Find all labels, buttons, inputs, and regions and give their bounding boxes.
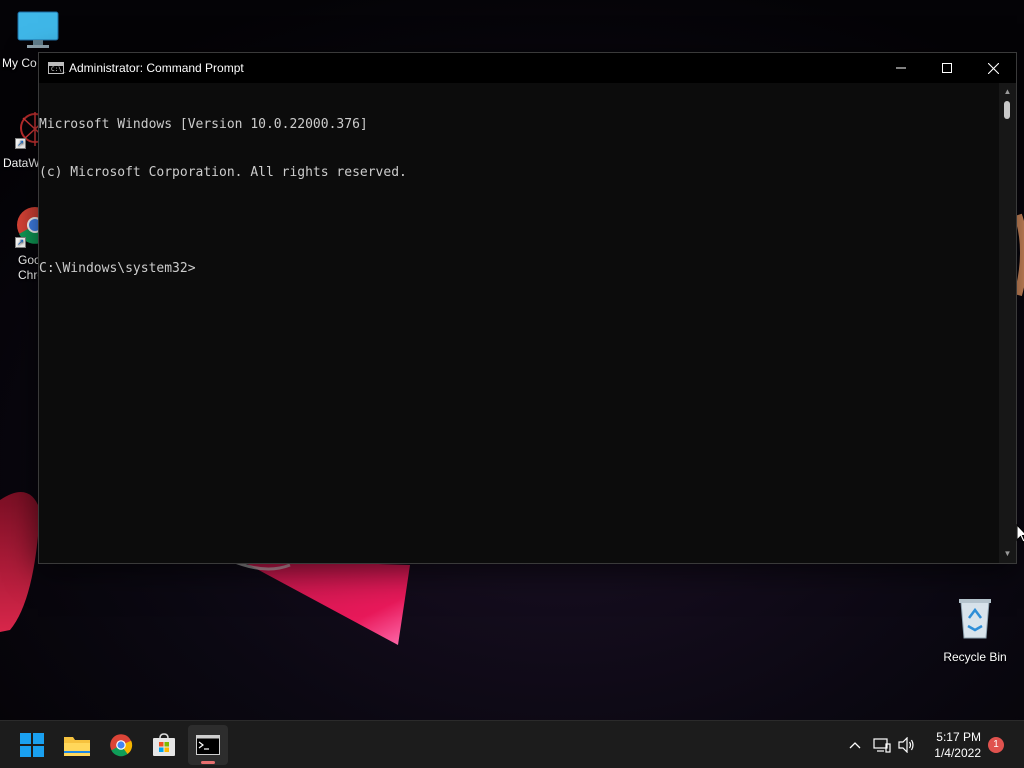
taskbar: 5:17 PM 1/4/2022 1 [0, 720, 1024, 768]
taskbar-file-explorer[interactable] [57, 725, 97, 765]
store-icon [153, 733, 175, 756]
command-prompt-window[interactable]: C:\_ Administrator: Command Prompt Micro… [38, 52, 1017, 564]
close-icon [987, 62, 999, 74]
network-icon [873, 738, 891, 753]
console-line: (c) Microsoft Corporation. All rights re… [39, 165, 407, 180]
clock-time: 5:17 PM [936, 730, 981, 744]
shortcut-arrow-icon: ↗ [15, 138, 26, 149]
active-app-indicator [201, 761, 215, 764]
desktop-icon-recycle-bin[interactable]: Recycle Bin [937, 596, 1013, 665]
maximize-icon [942, 63, 952, 73]
console-output[interactable]: Microsoft Windows [Version 10.0.22000.37… [39, 83, 1001, 563]
network-status-button[interactable] [872, 735, 892, 755]
chevron-up-icon [849, 742, 861, 749]
mouse-cursor-icon [1016, 524, 1024, 543]
vertical-scrollbar[interactable]: ▲ ▼ [999, 83, 1016, 563]
terminal-icon [196, 735, 220, 755]
notification-badge[interactable]: 1 [988, 737, 1004, 753]
taskbar-clock[interactable]: 5:17 PM 1/4/2022 [934, 729, 981, 761]
window-title: Administrator: Command Prompt [69, 61, 244, 75]
scroll-down-arrow-icon[interactable]: ▼ [999, 547, 1016, 561]
volume-button[interactable] [896, 735, 916, 755]
scroll-up-arrow-icon[interactable]: ▲ [999, 85, 1016, 99]
minimize-button[interactable] [878, 53, 924, 83]
close-button[interactable] [970, 53, 1016, 83]
console-app-icon-text: C:\_ [51, 66, 66, 73]
taskbar-command-prompt[interactable] [188, 725, 228, 765]
taskbar-microsoft-store[interactable] [144, 725, 184, 765]
console-prompt[interactable]: C:\Windows\system32> [39, 261, 1001, 277]
recycle-bin-icon [959, 599, 991, 639]
monitor-icon [17, 11, 59, 48]
maximize-button[interactable] [924, 53, 970, 83]
volume-icon [898, 737, 914, 753]
start-button[interactable] [12, 725, 52, 765]
scrollbar-thumb[interactable] [1004, 101, 1010, 119]
console-app-icon: C:\_ [48, 62, 66, 74]
chrome-icon [110, 734, 133, 757]
desktop-icon-label: Recycle Bin [943, 650, 1007, 664]
console-line: Microsoft Windows [Version 10.0.22000.37… [39, 117, 368, 132]
shortcut-arrow-icon: ↗ [15, 237, 26, 248]
start-icon [20, 733, 44, 757]
taskbar-chrome[interactable] [101, 725, 141, 765]
show-hidden-icons-button[interactable] [845, 735, 865, 755]
file-explorer-icon [64, 737, 90, 756]
clock-date: 1/4/2022 [934, 746, 981, 760]
window-title-bar[interactable]: C:\_ Administrator: Command Prompt [39, 53, 1016, 83]
minimize-icon [896, 67, 906, 69]
